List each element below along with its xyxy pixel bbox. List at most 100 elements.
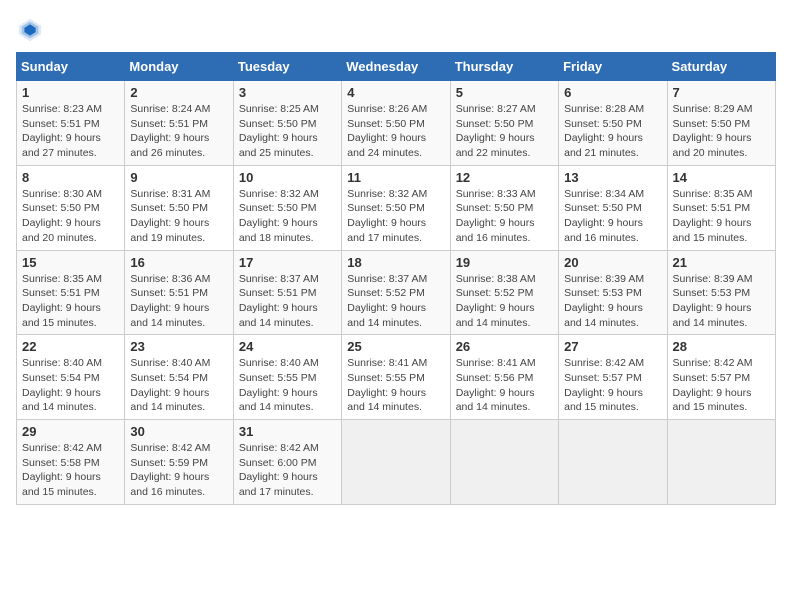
logo-icon: [16, 16, 44, 44]
page-header: [16, 16, 776, 44]
calendar-cell: 26 Sunrise: 8:41 AMSunset: 5:56 PMDayligh…: [450, 335, 558, 420]
day-number: 14: [673, 170, 770, 185]
day-number: 31: [239, 424, 336, 439]
calendar-cell: 24 Sunrise: 8:40 AMSunset: 5:55 PMDayligh…: [233, 335, 341, 420]
day-number: 24: [239, 339, 336, 354]
header-tuesday: Tuesday: [233, 53, 341, 81]
calendar-cell: 30Sunrise: 8:42 AMSunset: 5:59 PMDayligh…: [125, 420, 233, 505]
day-number: 9: [130, 170, 227, 185]
day-info: Sunrise: 8:39 AMSunset: 5:53 PMDaylight:…: [673, 272, 770, 331]
calendar-cell: 8 Sunrise: 8:30 AMSunset: 5:50 PMDaylight…: [17, 165, 125, 250]
day-info: Sunrise: 8:32 AMSunset: 5:50 PMDaylight:…: [239, 187, 336, 246]
day-info: Sunrise: 8:38 AMSunset: 5:52 PMDaylight:…: [456, 272, 553, 331]
day-number: 5: [456, 85, 553, 100]
day-number: 6: [564, 85, 661, 100]
day-number: 15: [22, 255, 119, 270]
day-number: 2: [130, 85, 227, 100]
calendar-cell: 16 Sunrise: 8:36 AMSunset: 5:51 PMDayligh…: [125, 250, 233, 335]
calendar-cell: [559, 420, 667, 505]
day-number: 21: [673, 255, 770, 270]
calendar-cell: 2 Sunrise: 8:24 AMSunset: 5:51 PMDaylight…: [125, 81, 233, 166]
calendar-cell: 20Sunrise: 8:39 AMSunset: 5:53 PMDayligh…: [559, 250, 667, 335]
day-info: Sunrise: 8:41 AMSunset: 5:55 PMDaylight:…: [347, 356, 444, 415]
calendar-cell: 29 Sunrise: 8:42 AMSunset: 5:58 PMDayligh…: [17, 420, 125, 505]
day-info: Sunrise: 8:29 AMSunset: 5:50 PMDaylight:…: [673, 102, 770, 161]
calendar-cell: 19 Sunrise: 8:38 AMSunset: 5:52 PMDayligh…: [450, 250, 558, 335]
calendar-week-row: 15 Sunrise: 8:35 AMSunset: 5:51 PMDayligh…: [17, 250, 776, 335]
day-number: 1: [22, 85, 119, 100]
day-info: Sunrise: 8:28 AMSunset: 5:50 PMDaylight:…: [564, 102, 661, 161]
calendar-cell: 23 Sunrise: 8:40 AMSunset: 5:54 PMDayligh…: [125, 335, 233, 420]
day-number: 4: [347, 85, 444, 100]
day-info: Sunrise: 8:40 AMSunset: 5:54 PMDaylight:…: [22, 356, 119, 415]
day-info: Sunrise: 8:42 AMSunset: 5:57 PMDaylight:…: [564, 356, 661, 415]
calendar-cell: 28Sunrise: 8:42 AMSunset: 5:57 PMDayligh…: [667, 335, 775, 420]
day-number: 23: [130, 339, 227, 354]
day-number: 27: [564, 339, 661, 354]
header-wednesday: Wednesday: [342, 53, 450, 81]
calendar-cell: 4Sunrise: 8:26 AMSunset: 5:50 PMDaylight…: [342, 81, 450, 166]
header-friday: Friday: [559, 53, 667, 81]
day-number: 3: [239, 85, 336, 100]
day-info: Sunrise: 8:34 AMSunset: 5:50 PMDaylight:…: [564, 187, 661, 246]
day-number: 11: [347, 170, 444, 185]
day-number: 26: [456, 339, 553, 354]
calendar-cell: 18 Sunrise: 8:37 AMSunset: 5:52 PMDayligh…: [342, 250, 450, 335]
day-number: 13: [564, 170, 661, 185]
day-info: Sunrise: 8:32 AMSunset: 5:50 PMDaylight:…: [347, 187, 444, 246]
calendar-cell: 22Sunrise: 8:40 AMSunset: 5:54 PMDayligh…: [17, 335, 125, 420]
calendar-cell: 31 Sunrise: 8:42 AMSunset: 6:00 PMDayligh…: [233, 420, 341, 505]
day-number: 19: [456, 255, 553, 270]
day-info: Sunrise: 8:33 AMSunset: 5:50 PMDaylight:…: [456, 187, 553, 246]
logo: [16, 16, 48, 44]
calendar-cell: 1Sunrise: 8:23 AMSunset: 5:51 PMDaylight…: [17, 81, 125, 166]
day-info: Sunrise: 8:35 AMSunset: 5:51 PMDaylight:…: [22, 272, 119, 331]
day-info: Sunrise: 8:31 AMSunset: 5:50 PMDaylight:…: [130, 187, 227, 246]
calendar-week-row: 22Sunrise: 8:40 AMSunset: 5:54 PMDayligh…: [17, 335, 776, 420]
calendar-header-row: SundayMondayTuesdayWednesdayThursdayFrid…: [17, 53, 776, 81]
header-saturday: Saturday: [667, 53, 775, 81]
calendar-week-row: 1Sunrise: 8:23 AMSunset: 5:51 PMDaylight…: [17, 81, 776, 166]
day-info: Sunrise: 8:42 AMSunset: 5:58 PMDaylight:…: [22, 441, 119, 500]
calendar-table: SundayMondayTuesdayWednesdayThursdayFrid…: [16, 52, 776, 505]
header-monday: Monday: [125, 53, 233, 81]
header-sunday: Sunday: [17, 53, 125, 81]
calendar-cell: 6 Sunrise: 8:28 AMSunset: 5:50 PMDaylight…: [559, 81, 667, 166]
day-number: 7: [673, 85, 770, 100]
calendar-cell: 25 Sunrise: 8:41 AMSunset: 5:55 PMDayligh…: [342, 335, 450, 420]
day-number: 10: [239, 170, 336, 185]
day-info: Sunrise: 8:41 AMSunset: 5:56 PMDaylight:…: [456, 356, 553, 415]
day-number: 25: [347, 339, 444, 354]
day-info: Sunrise: 8:36 AMSunset: 5:51 PMDaylight:…: [130, 272, 227, 331]
day-info: Sunrise: 8:42 AMSunset: 5:57 PMDaylight:…: [673, 356, 770, 415]
calendar-week-row: 8 Sunrise: 8:30 AMSunset: 5:50 PMDaylight…: [17, 165, 776, 250]
calendar-cell: [450, 420, 558, 505]
day-number: 29: [22, 424, 119, 439]
calendar-cell: [667, 420, 775, 505]
calendar-cell: 13 Sunrise: 8:34 AMSunset: 5:50 PMDayligh…: [559, 165, 667, 250]
day-number: 17: [239, 255, 336, 270]
day-number: 12: [456, 170, 553, 185]
day-info: Sunrise: 8:24 AMSunset: 5:51 PMDaylight:…: [130, 102, 227, 161]
calendar-cell: [342, 420, 450, 505]
day-number: 18: [347, 255, 444, 270]
calendar-cell: 14 Sunrise: 8:35 AMSunset: 5:51 PMDayligh…: [667, 165, 775, 250]
day-number: 20: [564, 255, 661, 270]
day-info: Sunrise: 8:37 AMSunset: 5:51 PMDaylight:…: [239, 272, 336, 331]
calendar-cell: 11 Sunrise: 8:32 AMSunset: 5:50 PMDayligh…: [342, 165, 450, 250]
day-info: Sunrise: 8:42 AMSunset: 6:00 PMDaylight:…: [239, 441, 336, 500]
day-info: Sunrise: 8:40 AMSunset: 5:54 PMDaylight:…: [130, 356, 227, 415]
day-number: 8: [22, 170, 119, 185]
day-info: Sunrise: 8:35 AMSunset: 5:51 PMDaylight:…: [673, 187, 770, 246]
day-info: Sunrise: 8:30 AMSunset: 5:50 PMDaylight:…: [22, 187, 119, 246]
calendar-cell: 15 Sunrise: 8:35 AMSunset: 5:51 PMDayligh…: [17, 250, 125, 335]
day-info: Sunrise: 8:40 AMSunset: 5:55 PMDaylight:…: [239, 356, 336, 415]
day-info: Sunrise: 8:27 AMSunset: 5:50 PMDaylight:…: [456, 102, 553, 161]
day-info: Sunrise: 8:42 AMSunset: 5:59 PMDaylight:…: [130, 441, 227, 500]
calendar-cell: 17 Sunrise: 8:37 AMSunset: 5:51 PMDayligh…: [233, 250, 341, 335]
day-number: 16: [130, 255, 227, 270]
calendar-week-row: 29 Sunrise: 8:42 AMSunset: 5:58 PMDayligh…: [17, 420, 776, 505]
day-info: Sunrise: 8:25 AMSunset: 5:50 PMDaylight:…: [239, 102, 336, 161]
day-info: Sunrise: 8:37 AMSunset: 5:52 PMDaylight:…: [347, 272, 444, 331]
header-thursday: Thursday: [450, 53, 558, 81]
